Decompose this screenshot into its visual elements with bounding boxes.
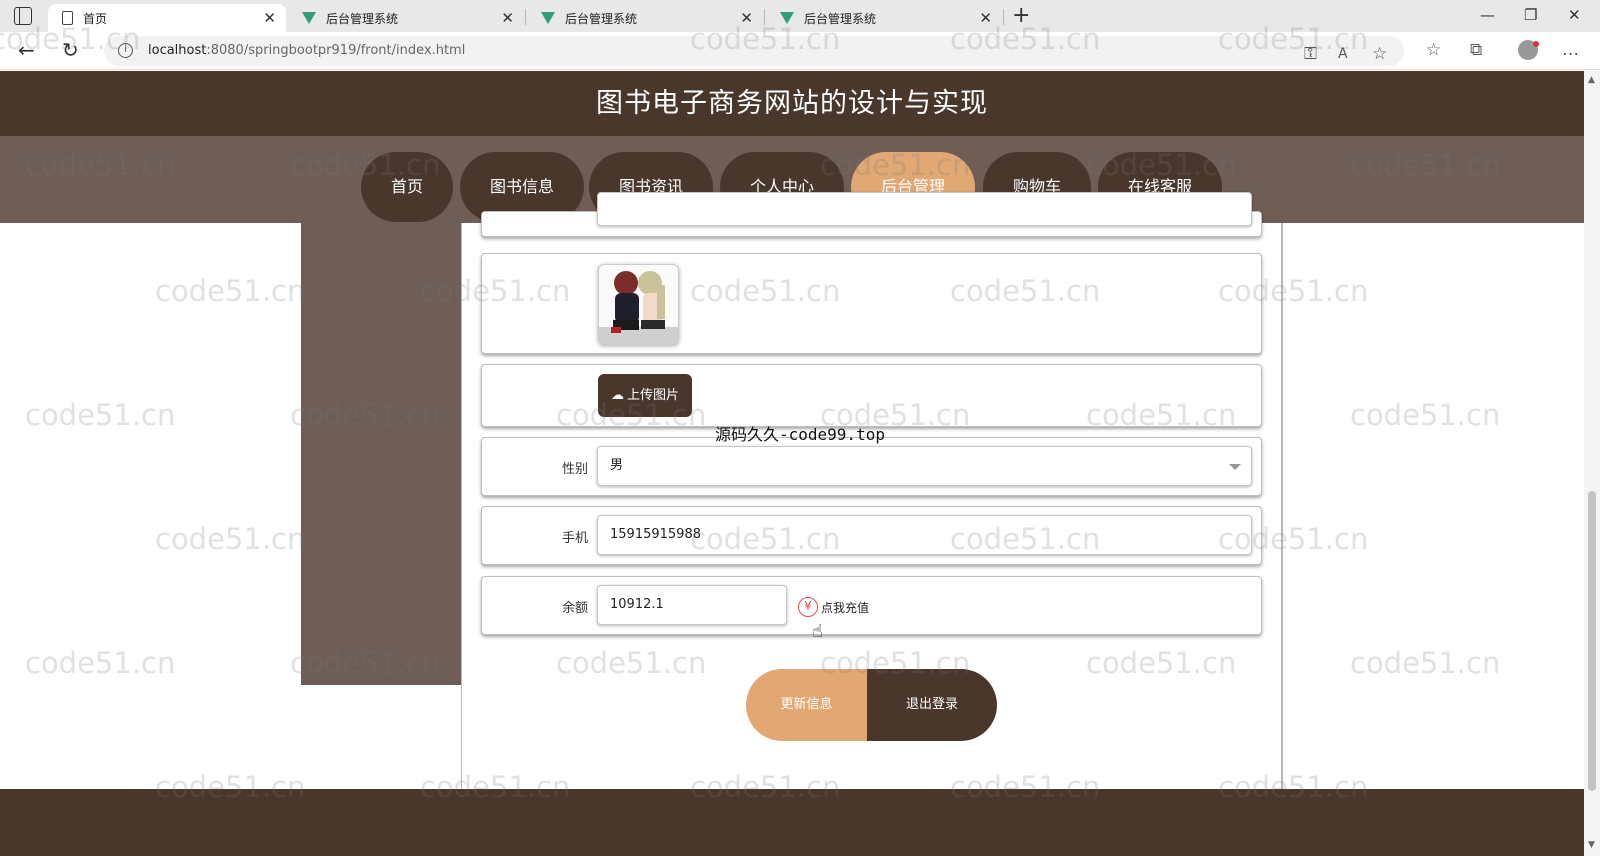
site-footer (0, 789, 1584, 856)
scroll-up-icon[interactable]: ▲ (1588, 75, 1595, 85)
browser-tab-admin-1[interactable]: 后台管理系统 ✕ (288, 4, 524, 32)
page-icon (62, 11, 73, 25)
reload-icon[interactable]: ↻ (62, 40, 79, 60)
update-info-button[interactable]: 更新信息 (746, 669, 867, 741)
partial-input[interactable] (597, 192, 1252, 226)
balance-label: 余额 (561, 601, 588, 616)
notification-dot (1533, 41, 1539, 47)
nav-home[interactable]: 首页 (361, 152, 453, 222)
gender-select[interactable]: 男 (597, 446, 1252, 486)
favorite-add-icon[interactable]: ☆ (1372, 45, 1387, 63)
form-actions: 更新信息 退出登录 (746, 669, 997, 741)
gender-value: 男 (610, 458, 624, 473)
phone-input[interactable]: 15915915988 (597, 515, 1252, 555)
upload-label: 上传图片 (626, 388, 679, 403)
side-panel (301, 223, 461, 685)
browser-tab-admin-3[interactable]: 后台管理系统 ✕ (766, 4, 1002, 32)
info-icon[interactable]: i (118, 43, 133, 58)
tab-divider (1003, 9, 1004, 25)
arrow-left-icon[interactable]: ← (18, 40, 35, 60)
chevron-down-icon (1229, 464, 1241, 470)
tab-title: 后台管理系统 (565, 11, 638, 26)
tab-title: 后台管理系统 (804, 11, 877, 26)
read-aloud-icon[interactable]: A (1338, 45, 1348, 63)
gender-label: 性别 (561, 462, 588, 477)
scroll-down-icon[interactable]: ▼ (1588, 840, 1595, 850)
page-scrollbar[interactable]: ▲ ▼ (1584, 71, 1600, 856)
form-row-partial (481, 192, 1262, 237)
form-row-phone: 手机 15915915988 (481, 506, 1262, 565)
yen-icon: ¥ (798, 597, 818, 617)
favorites-icon[interactable]: ☆ (1426, 41, 1441, 59)
sidebar-toggle-icon[interactable] (14, 7, 32, 25)
logout-button[interactable]: 退出登录 (867, 669, 997, 741)
collections-icon[interactable]: ⧉ (1470, 41, 1482, 59)
close-icon[interactable]: ✕ (501, 10, 514, 26)
url-text[interactable]: localhost:8080/springbootpr919/front/ind… (148, 43, 465, 58)
balance-input[interactable]: 10912.1 (597, 585, 787, 625)
vue-icon (780, 12, 794, 24)
close-icon[interactable]: ✕ (979, 10, 992, 26)
vue-icon (541, 12, 555, 24)
tab-title: 首页 (83, 11, 108, 26)
cloud-upload-icon: ☁ (610, 388, 624, 403)
tab-title: 后台管理系统 (326, 11, 399, 26)
upload-image-button[interactable]: ☁ 上传图片 (598, 374, 692, 417)
key-icon[interactable]: ⚿ (1304, 45, 1317, 63)
minimize-icon[interactable]: — (1480, 6, 1495, 24)
form-row-upload: ☁ 上传图片 (481, 364, 1262, 427)
more-options-icon[interactable]: … (1562, 41, 1579, 59)
phone-label: 手机 (561, 531, 588, 546)
form-row-avatar (481, 253, 1262, 354)
window-close-icon[interactable]: ✕ (1568, 6, 1581, 24)
new-tab-icon[interactable]: + (1012, 3, 1030, 28)
url-field[interactable]: i localhost:8080/springbootpr919/front/i… (104, 36, 1404, 66)
browser-tab-home[interactable]: 首页 ✕ (48, 4, 286, 32)
tab-divider (525, 9, 526, 25)
close-icon[interactable]: ✕ (263, 10, 276, 26)
restore-icon[interactable]: ❐ (1524, 6, 1537, 24)
browser-tab-admin-2[interactable]: 后台管理系统 ✕ (527, 4, 763, 32)
page-viewport: 图书电子商务网站的设计与实现 首页 图书信息 图书资讯 个人中心 后台管理 购物… (0, 71, 1584, 856)
recharge-label: 点我充值 (821, 600, 870, 615)
hand-cursor-icon: ☝ (812, 621, 823, 642)
form-row-balance: 余额 10912.1 ¥ 点我充值 (481, 576, 1262, 635)
browser-address-bar: ← ↻ i localhost:8080/springbootpr919/fro… (0, 32, 1600, 70)
overlay-watermark-text: 源码久久-code99.top (715, 425, 885, 444)
site-title: 图书电子商务网站的设计与实现 (596, 88, 988, 119)
vue-icon (302, 12, 316, 24)
recharge-link[interactable]: ¥ 点我充值 (798, 597, 869, 617)
site-header: 图书电子商务网站的设计与实现 (0, 71, 1584, 136)
scrollbar-thumb[interactable] (1588, 491, 1596, 791)
form-row-gender: 性别 男 (481, 437, 1262, 496)
close-icon[interactable]: ✕ (740, 10, 753, 26)
avatar-image (598, 264, 679, 345)
tab-divider (764, 9, 765, 25)
browser-tab-bar: 首页 ✕ 后台管理系统 ✕ 后台管理系统 ✕ 后台管理系统 ✕ + — ❐ ✕ (0, 0, 1600, 32)
